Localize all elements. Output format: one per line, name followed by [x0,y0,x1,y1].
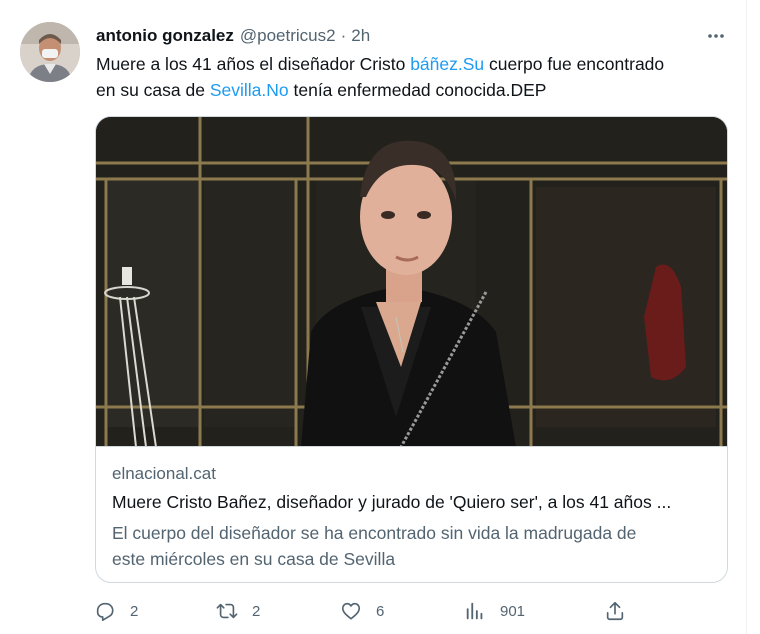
tweet-text: Muere a los 41 años el diseñador Cristo … [96,51,732,103]
heart-icon [341,602,361,620]
card-description-line: El cuerpo del diseñador se ha encontrado… [112,523,637,543]
share-button[interactable] [604,598,626,624]
views-chart-icon [466,602,483,620]
timestamp[interactable]: 2h [351,26,370,46]
card-title: Muere Cristo Bañez, diseñador y jurado d… [112,492,672,512]
tweet-text-segment: cuerpo fue encontrado [484,54,665,74]
author-name[interactable]: antonio gonzalez [96,26,234,46]
reply-count: 2 [130,602,139,620]
card-domain: elnacional.cat [112,464,216,483]
dot-separator: · [340,26,347,45]
retweet-count: 2 [252,602,261,620]
tweet-text-segment: en su casa de [96,80,210,100]
tweet-text-segment: tenía enfermedad conocida.DEP [288,80,547,100]
tweet-actions: 2 2 6 901 [94,598,634,624]
author-handle[interactable]: @poetricus2 [240,26,336,46]
avatar[interactable] [20,22,80,82]
tweet[interactable]: antonio gonzalez @poetricus2 · 2h Muere … [0,0,746,634]
like-count: 6 [376,602,385,620]
hashtag-link[interactable]: Sevilla.No [210,80,289,100]
reply-button[interactable]: 2 [94,598,138,624]
card-image[interactable] [96,117,727,447]
card-description-line: este miércoles en su casa de Sevilla [112,549,396,569]
views-count: 901 [500,602,526,620]
like-button[interactable]: 6 [340,598,384,624]
tweet-text-segment: Muere a los 41 años el diseñador Cristo [96,54,411,74]
retweet-icon [216,603,238,619]
tweet-header: antonio gonzalez @poetricus2 · 2h [96,24,370,48]
retweet-button[interactable]: 2 [216,598,260,624]
share-icon [606,601,624,621]
card-description: El cuerpo del diseñador se ha encontrado… [112,520,712,572]
reply-icon [96,602,114,621]
more-dots-icon [708,34,724,38]
more-button[interactable] [702,22,730,50]
timeline-border [746,0,747,634]
link-card[interactable]: elnacional.cat Muere Cristo Bañez, diseñ… [95,116,728,583]
hashtag-link[interactable]: báñez.Su [410,54,484,74]
views-button[interactable]: 901 [464,598,525,624]
